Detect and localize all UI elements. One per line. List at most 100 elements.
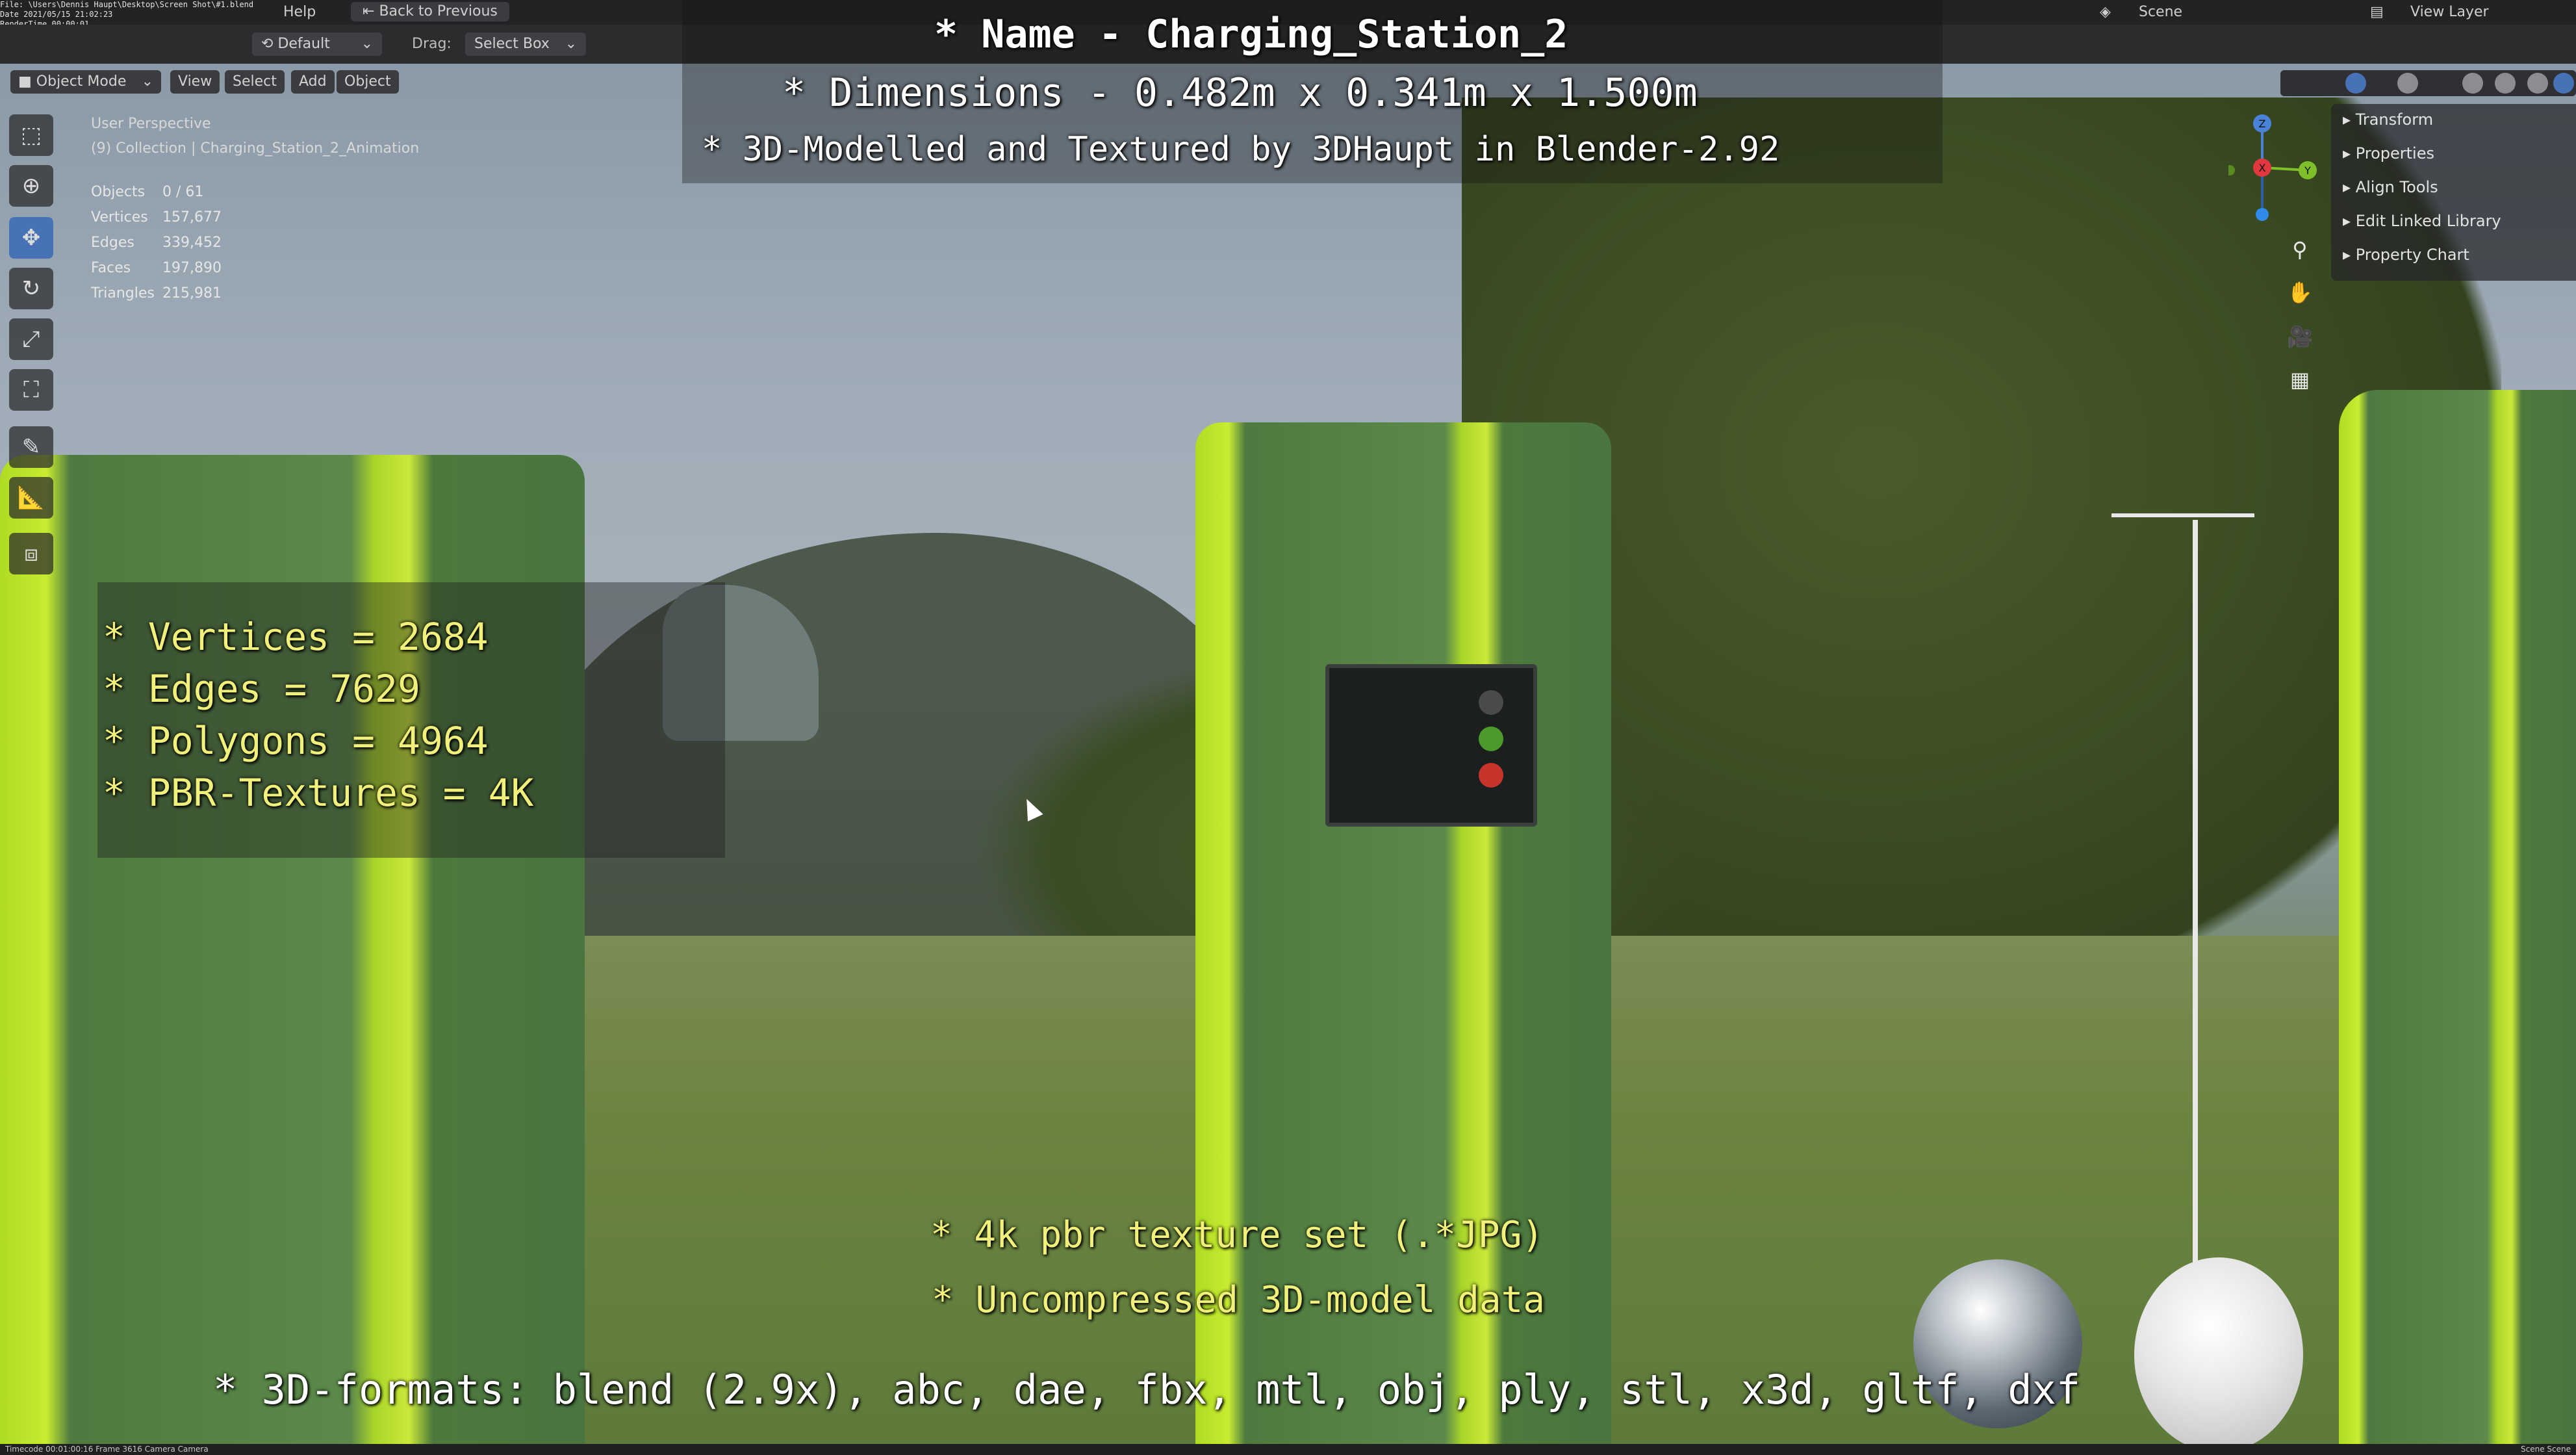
panel-transform[interactable]: ▸ Transform bbox=[2343, 107, 2433, 133]
panel-align-tools[interactable]: ▸ Align Tools bbox=[2343, 174, 2438, 200]
menu-view[interactable]: View bbox=[170, 70, 220, 94]
object-mode-label: Object Mode bbox=[36, 73, 127, 90]
view-layer-name[interactable]: View Layer bbox=[2410, 4, 2489, 20]
measure-tool-icon[interactable]: 📐 bbox=[9, 477, 53, 519]
stat-label: Edges bbox=[91, 235, 134, 251]
expand-arrow-icon: ▸ bbox=[2343, 212, 2356, 230]
stat-row: Faces 197,890 bbox=[91, 255, 222, 281]
overlay-toggle-icon[interactable] bbox=[2345, 73, 2366, 94]
status-led-green bbox=[1479, 727, 1503, 751]
status-led-red bbox=[1479, 763, 1503, 788]
gizmo-x-label: X bbox=[2259, 162, 2266, 174]
scene-info: Scene Scene bbox=[2521, 1445, 2571, 1454]
camera-view-icon[interactable]: 🎥 bbox=[2280, 317, 2319, 356]
expand-arrow-icon: ▸ bbox=[2343, 110, 2356, 129]
expand-arrow-icon: ▸ bbox=[2343, 144, 2356, 162]
gizmo-neg-z[interactable] bbox=[2256, 208, 2269, 221]
lamp-pole[interactable] bbox=[2193, 520, 2198, 1267]
object-mode-dropdown[interactable]: ■ Object Mode ⌄ bbox=[10, 70, 161, 94]
panel-property-chart[interactable]: ▸ Property Chart bbox=[2343, 242, 2469, 268]
menu-select[interactable]: Select bbox=[225, 70, 285, 94]
view-layer-icon[interactable]: ▤ bbox=[2370, 4, 2384, 20]
panel-label: Property Chart bbox=[2355, 246, 2469, 264]
white-sphere[interactable] bbox=[2134, 1257, 2303, 1452]
formats-text: * 3D-formats: blend (2.9x), abc, dae, fb… bbox=[213, 1366, 2081, 1413]
object-mode-icon: ■ bbox=[18, 73, 36, 90]
material-shading-icon[interactable] bbox=[2527, 73, 2548, 94]
charging-station-right[interactable] bbox=[2339, 390, 2576, 1455]
model-credit-text: * 3D-Modelled and Textured by 3DHaupt in… bbox=[702, 130, 1780, 169]
stat-value: 339,452 bbox=[162, 235, 222, 251]
file-path-line: File: \Users\Dennis Haupt\Desktop\Screen… bbox=[0, 0, 254, 9]
status-led-off bbox=[1479, 690, 1503, 715]
stat-row: Vertices 157,677 bbox=[91, 205, 222, 230]
stat-value: 197,890 bbox=[162, 260, 222, 276]
stat-row: Objects 0 / 61 bbox=[91, 179, 222, 205]
stat-value: 215,981 bbox=[162, 285, 222, 302]
scale-tool-icon[interactable]: ⤢ bbox=[9, 318, 53, 360]
rotate-tool-icon[interactable]: ↻ bbox=[9, 268, 53, 309]
menu-add[interactable]: Add bbox=[291, 70, 335, 94]
pan-hand-icon[interactable]: ✋ bbox=[2280, 273, 2319, 312]
model-stats-text: * Vertices = 2684 * Edges = 7629 * Polyg… bbox=[103, 611, 533, 819]
tool-shelf: ⬚ ⊕ ✥ ↻ ⤢ ⛶ ✎ 📐 ⧈ bbox=[9, 114, 55, 582]
scene-statistics: Objects 0 / 61 Vertices 157,677 Edges 339,4… bbox=[91, 179, 222, 306]
uncompressed-data-text: * Uncompressed 3D-model data bbox=[932, 1279, 1546, 1321]
zoom-icon[interactable]: ⚲ bbox=[2280, 230, 2319, 269]
wireframe-shading-icon[interactable] bbox=[2462, 73, 2483, 94]
stat-row: Edges 339,452 bbox=[91, 230, 222, 255]
panel-edit-linked-library[interactable]: ▸ Edit Linked Library bbox=[2343, 208, 2501, 234]
stat-label: Triangles bbox=[91, 285, 155, 302]
menu-help[interactable]: Help bbox=[283, 4, 316, 20]
back-arrow-icon: ⇤ bbox=[363, 3, 379, 19]
edges-count: * Edges = 7629 bbox=[103, 667, 420, 711]
solid-shading-icon[interactable] bbox=[2495, 73, 2516, 94]
stat-label: Vertices bbox=[91, 209, 148, 225]
panel-properties[interactable]: ▸ Properties bbox=[2343, 140, 2434, 166]
back-to-previous-button[interactable]: ⇤ Back to Previous bbox=[351, 2, 509, 21]
scene-name[interactable]: Scene bbox=[2139, 4, 2182, 20]
texture-set-text: * 4k pbr texture set (.*JPG) bbox=[930, 1214, 1544, 1256]
panel-label: Align Tools bbox=[2355, 178, 2438, 196]
gizmo-z-label: Z bbox=[2259, 118, 2266, 130]
annotate-tool-icon[interactable]: ✎ bbox=[9, 426, 53, 468]
orientation-icon: ⟲ bbox=[261, 36, 278, 52]
scene-icon[interactable]: ◈ bbox=[2100, 4, 2111, 20]
gizmo-y-label: Y bbox=[2304, 164, 2311, 177]
perspective-label: User Perspective bbox=[91, 116, 211, 132]
gizmo-neg-y[interactable] bbox=[2228, 165, 2235, 175]
select-box-icon[interactable]: ⬚ bbox=[9, 114, 53, 156]
chevron-down-icon: ⌄ bbox=[361, 36, 373, 52]
transform-tool-icon[interactable]: ⛶ bbox=[9, 369, 53, 411]
model-dimensions-text: * Dimensions - 0.482m x 0.341m x 1.500m bbox=[782, 70, 1698, 116]
navigation-gizmo[interactable]: X Y Z bbox=[2228, 110, 2326, 221]
pbr-textures-resolution: * PBR-Textures = 4K bbox=[103, 771, 534, 815]
stat-value: 0 / 61 bbox=[162, 184, 204, 200]
viewport-shading-toolbar bbox=[2280, 70, 2576, 96]
add-cube-tool-icon[interactable]: ⧈ bbox=[9, 533, 53, 574]
move-tool-icon[interactable]: ✥ bbox=[9, 217, 53, 259]
rendered-shading-icon[interactable] bbox=[2553, 73, 2574, 94]
stat-row: Triangles 215,981 bbox=[91, 281, 222, 306]
chevron-down-icon: ⌄ bbox=[565, 36, 577, 52]
panel-label: Properties bbox=[2355, 144, 2434, 162]
sidebar-n-panel: ▸ Transform ▸ Properties ▸ Align Tools ▸… bbox=[2331, 104, 2576, 281]
xray-toggle-icon[interactable] bbox=[2397, 73, 2418, 94]
panel-label: Transform bbox=[2355, 110, 2434, 129]
status-bar: Timecode 00:01:00:16 Frame 3616 Camera C… bbox=[0, 1444, 2576, 1455]
timecode-info: Timecode 00:01:00:16 Frame 3616 Camera C… bbox=[5, 1445, 209, 1454]
drag-select-dropdown[interactable]: Select Box ⌄ bbox=[465, 32, 586, 56]
panel-label: Edit Linked Library bbox=[2355, 212, 2501, 230]
stat-value: 157,677 bbox=[162, 209, 222, 225]
ortho-grid-icon[interactable]: ▦ bbox=[2280, 360, 2319, 399]
collection-label: (9) Collection | Charging_Station_2_Anim… bbox=[91, 140, 420, 157]
cursor-tool-icon[interactable]: ⊕ bbox=[9, 165, 53, 207]
file-date-line: Date 2021/05/15 21:02:23 bbox=[0, 10, 113, 19]
expand-arrow-icon: ▸ bbox=[2343, 246, 2356, 264]
polygons-count: * Polygons = 4964 bbox=[103, 719, 489, 763]
vertices-count: * Vertices = 2684 bbox=[103, 615, 489, 659]
orientation-dropdown[interactable]: ⟲ Default ⌄ bbox=[252, 32, 382, 56]
station-display-screen bbox=[1325, 664, 1537, 827]
stat-label: Objects bbox=[91, 184, 146, 200]
menu-object[interactable]: Object bbox=[337, 70, 399, 94]
